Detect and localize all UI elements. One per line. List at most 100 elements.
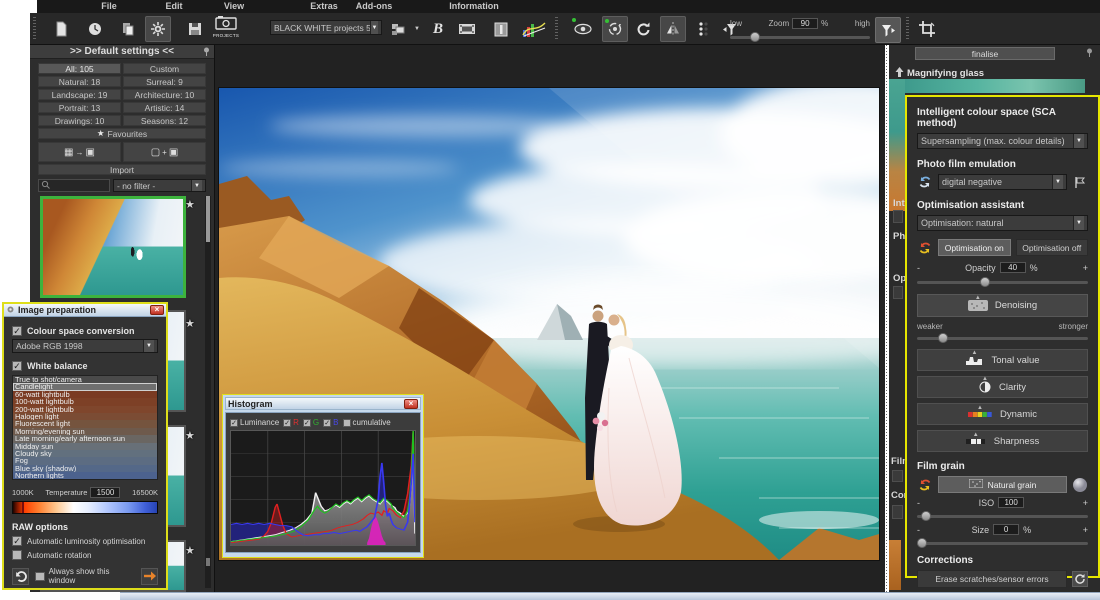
preset-scrollbar[interactable] [205, 196, 211, 588]
white-balance-item[interactable]: 200-watt lightbulb [13, 406, 157, 413]
menu-extras[interactable]: Extras [310, 1, 338, 11]
white-balance-item[interactable]: Halogen light [13, 413, 157, 420]
opacity-slider-thumb[interactable] [980, 277, 990, 287]
filmstrip-button[interactable] [454, 16, 480, 42]
menu-information[interactable]: Information [449, 1, 499, 11]
batch-processing-button[interactable]: ▼ [388, 16, 422, 42]
flag-icon[interactable] [1072, 174, 1088, 190]
realtime-preview-button[interactable] [602, 16, 628, 42]
close-icon[interactable]: × [404, 399, 418, 409]
plus-button[interactable]: + [1083, 498, 1088, 508]
undo-button[interactable] [12, 568, 29, 585]
white-balance-item[interactable]: 100-watt lightbulb [13, 398, 157, 405]
mirror-button[interactable] [660, 16, 686, 42]
white-balance-checkbox[interactable]: ✓ [12, 361, 22, 371]
channel-checkbox[interactable]: ✓ [303, 419, 311, 427]
clarity-button[interactable]: ▲ Clarity [917, 376, 1088, 398]
preset-thumbnail-selected[interactable] [40, 196, 186, 298]
size-slider-thumb[interactable] [917, 538, 927, 548]
favourite-star-icon[interactable]: ★ [185, 317, 195, 330]
export-presets-button[interactable]: ▦→▣ [38, 142, 121, 162]
histogram-toggle-button[interactable] [518, 16, 550, 42]
manual-button[interactable] [488, 16, 514, 42]
category-button[interactable]: Seasons: 12 [123, 115, 206, 126]
histogram-titlebar[interactable]: Histogram × [225, 397, 421, 410]
dynamic-button[interactable]: ▲ Dynamic [917, 403, 1088, 425]
temperature-gradient-slider[interactable] [12, 501, 158, 514]
white-balance-item[interactable]: Candlelight [13, 383, 157, 390]
black-white-mode-button[interactable]: B [425, 16, 451, 42]
category-button[interactable]: Architecture: 10 [123, 89, 206, 100]
sca-select[interactable]: Supersampling (max. colour details)▼ [917, 133, 1088, 149]
iso-slider[interactable] [917, 515, 1088, 518]
erase-tool-icon[interactable] [1072, 571, 1088, 587]
project-selector[interactable]: BLACK WHITE projects 5 elements ▼ [270, 20, 382, 35]
colour-space-checkbox[interactable]: ✓ [12, 326, 22, 336]
white-balance-item[interactable]: 60-watt lightbulb [13, 391, 157, 398]
sharpness-button[interactable]: ▲ Sharpness [917, 430, 1088, 452]
preset-search-input[interactable] [38, 179, 110, 192]
minus-button[interactable]: - [917, 525, 920, 535]
white-balance-item[interactable]: Fluorescent light [13, 420, 157, 427]
reset-icon[interactable] [917, 477, 933, 493]
zoom-slider[interactable] [730, 36, 870, 39]
category-button[interactable]: Custom [123, 63, 206, 74]
recalculate-button[interactable] [631, 16, 657, 42]
combine-presets-button[interactable]: ▢+▣ [123, 142, 206, 162]
white-balance-item[interactable]: Cloudy sky [13, 450, 157, 457]
image-prep-titlebar[interactable]: Image preparation × [4, 304, 166, 317]
white-balance-item[interactable]: True to shot/camera [13, 376, 157, 383]
category-button[interactable]: Natural: 18 [38, 76, 121, 87]
white-balance-item[interactable]: Late morning/early afternoon sun [13, 435, 157, 442]
category-button[interactable]: Surreal: 9 [123, 76, 206, 87]
menu-edit[interactable]: Edit [166, 1, 183, 11]
toolbar-drag-handle[interactable] [33, 17, 36, 41]
menu-addons[interactable]: Add-ons [356, 1, 393, 11]
new-file-button[interactable] [48, 16, 74, 42]
preview-original-button[interactable] [570, 16, 596, 42]
opacity-input[interactable]: 40 [1000, 262, 1026, 273]
presets-header[interactable]: >> Default settings << [30, 45, 214, 59]
sort-options-button[interactable] [690, 16, 716, 42]
size-slider[interactable] [917, 542, 1088, 545]
plus-button[interactable]: + [1083, 525, 1088, 535]
temperature-marker[interactable] [22, 502, 24, 513]
size-input[interactable]: 0 [993, 524, 1019, 535]
white-balance-item[interactable]: Blue sky (shadow) [13, 465, 157, 472]
denoising-slider[interactable] [917, 337, 1088, 340]
optimisation-on-button[interactable]: Optimisation on [938, 239, 1011, 256]
channel-checkbox[interactable]: ✓ [323, 419, 331, 427]
history-button[interactable] [82, 16, 108, 42]
close-icon[interactable]: × [150, 305, 164, 315]
natural-grain-button[interactable]: Natural grain [938, 476, 1067, 493]
preset-filter-select[interactable]: - no filter -▼ [113, 179, 206, 192]
white-balance-item[interactable]: Northern lights [13, 472, 157, 479]
category-button[interactable]: Artistic: 14 [123, 102, 206, 113]
minus-button[interactable]: - [917, 263, 920, 273]
category-button[interactable]: Portrait: 13 [38, 102, 121, 113]
projects-browser-button[interactable]: PROJECTS [212, 15, 240, 43]
menu-view[interactable]: View [224, 1, 244, 11]
finalise-button[interactable]: finalise [915, 47, 1055, 60]
crop-rotate-button[interactable] [914, 16, 940, 42]
zoom-in-button[interactable] [875, 17, 901, 43]
category-button[interactable]: Landscape: 19 [38, 89, 121, 100]
optimisation-select[interactable]: Optimisation: natural▼ [917, 215, 1088, 231]
raw-option-checkbox[interactable]: ✓ [12, 536, 22, 546]
raw-option-checkbox[interactable] [12, 550, 22, 560]
temperature-input[interactable]: 1500 [90, 487, 120, 498]
opacity-slider[interactable] [917, 281, 1088, 284]
grain-stone-icon[interactable] [1072, 477, 1088, 493]
channel-checkbox[interactable] [343, 419, 351, 427]
optimisation-off-button[interactable]: Optimisation off [1016, 239, 1089, 256]
favourite-star-icon[interactable]: ★ [185, 198, 195, 211]
channel-checkbox[interactable]: ✓ [230, 419, 238, 427]
iso-slider-thumb[interactable] [921, 511, 931, 521]
plus-button[interactable]: + [1083, 263, 1088, 273]
favourites-button[interactable]: ★ Favourites [38, 128, 206, 139]
denoising-button[interactable]: ▲ Denoising [917, 294, 1088, 317]
menu-file[interactable]: File [101, 1, 117, 11]
reset-icon[interactable] [917, 240, 933, 256]
settings-button[interactable] [145, 16, 171, 42]
pin-icon[interactable] [1085, 48, 1094, 57]
